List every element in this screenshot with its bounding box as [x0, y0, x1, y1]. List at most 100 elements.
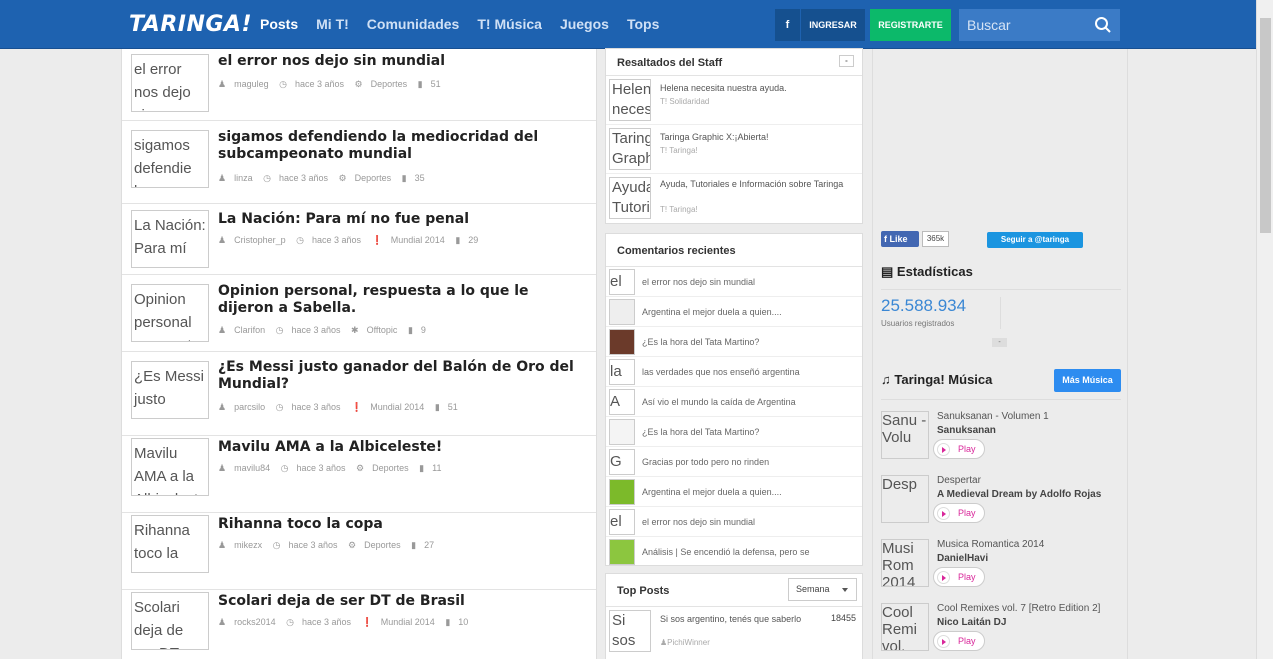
comment-text[interactable]: las verdades que nos enseñó argentina — [642, 367, 800, 377]
track-cover[interactable]: Musi Rom 2014 — [881, 539, 929, 587]
comment-text[interactable]: Argentina el mejor duela a quien.... — [642, 307, 782, 317]
post-item[interactable]: Rihanna toco la copa Rihanna toco la cop… — [122, 513, 596, 590]
comment-item[interactable]: Argentina el mejor duela a quien.... — [606, 297, 862, 327]
nav-link-musica[interactable]: T! Música — [477, 0, 542, 49]
track-artist[interactable]: DanielHavi — [937, 553, 988, 564]
more-music-button[interactable]: Más Música — [1054, 369, 1121, 392]
nav-link-tops[interactable]: Tops — [627, 0, 659, 49]
staff-thumbnail[interactable]: Ayuda Tutori — [609, 177, 651, 219]
login-button[interactable]: INGRESAR — [801, 9, 865, 41]
staff-thumbnail[interactable]: Helena neces — [609, 79, 651, 121]
comment-text[interactable]: el error nos dejo sin mundial — [642, 517, 755, 527]
play-button[interactable]: Play — [933, 631, 985, 651]
post-user[interactable]: parcsilo — [234, 402, 265, 412]
post-item[interactable]: Opinion personal respuesta Opinion perso… — [122, 275, 596, 352]
staff-thumbnail[interactable]: Taringa Graph — [609, 128, 651, 170]
top-post-title[interactable]: Si sos argentino, tenés que saberlo — [660, 613, 810, 625]
nav-link-posts[interactable]: Posts — [260, 0, 298, 49]
nav-link-juegos[interactable]: Juegos — [560, 0, 609, 49]
comment-avatar[interactable] — [609, 479, 635, 505]
comment-text[interactable]: Análisis | Se encendió la defensa, pero … — [642, 547, 809, 557]
post-item[interactable]: La Nación: Para mí La Nación: Para mí no… — [122, 204, 596, 275]
post-user[interactable]: linza — [234, 173, 253, 183]
track-title[interactable]: Musica Romantica 2014 — [937, 539, 1044, 550]
post-category[interactable]: Mundial 2014 — [381, 617, 435, 627]
search-input[interactable] — [959, 9, 1089, 41]
comment-item[interactable]: A Así vio el mundo la caída de Argentina — [606, 387, 862, 417]
play-button[interactable]: Play — [933, 439, 985, 459]
post-category[interactable]: Deportes — [355, 173, 392, 183]
top-post-item[interactable]: Si sos Si sos argentino, tenés que saber… — [606, 607, 862, 656]
post-thumbnail[interactable]: Scolari deja de ser DT — [131, 592, 209, 650]
comment-avatar[interactable] — [609, 329, 635, 355]
top-post-thumbnail[interactable]: Si sos — [609, 610, 651, 652]
staff-title[interactable]: Ayuda, Tutoriales e Información sobre Ta… — [660, 178, 850, 190]
search-icon[interactable] — [1094, 16, 1112, 34]
comment-avatar[interactable] — [609, 299, 635, 325]
track-artist[interactable]: A Medieval Dream by Adolfo Rojas — [937, 489, 1101, 500]
comment-item[interactable]: ¿Es la hora del Tata Martino? — [606, 327, 862, 357]
comment-avatar[interactable]: G — [609, 449, 635, 475]
comment-item[interactable]: el el error nos dejo sin mundial — [606, 267, 862, 297]
staff-title[interactable]: Taringa Graphic X:¡Abierta! — [660, 131, 850, 143]
post-title[interactable]: Opinion personal, respuesta a lo que le … — [218, 283, 588, 317]
taringa-logo[interactable]: TARINGA! — [129, 12, 252, 37]
post-title[interactable]: Mavilu AMA a la Albiceleste! — [218, 439, 588, 456]
post-thumbnail[interactable]: Mavilu AMA a la Albiceleste — [131, 438, 209, 496]
comment-text[interactable]: el error nos dejo sin mundial — [642, 277, 755, 287]
top-post-username[interactable]: PichiWinner — [667, 638, 710, 647]
post-category[interactable]: Deportes — [364, 540, 401, 550]
comment-item[interactable]: la las verdades que nos enseñó argentina — [606, 357, 862, 387]
facebook-like-button[interactable]: f Like — [881, 231, 919, 247]
facebook-login-button[interactable]: f — [775, 9, 801, 41]
post-user[interactable]: mavilu84 — [234, 463, 270, 473]
post-user[interactable]: mikezx — [234, 540, 262, 550]
nav-link-mi-t[interactable]: Mi T! — [316, 0, 349, 49]
comment-avatar[interactable]: el — [609, 509, 635, 535]
comment-item[interactable]: G Gracias por todo pero no rinden — [606, 447, 862, 477]
comment-text[interactable]: ¿Es la hora del Tata Martino? — [642, 337, 759, 347]
post-thumbnail[interactable]: sigamos defendie lo — [131, 130, 209, 188]
post-item[interactable]: ¿Es Messi justo ¿Es Messi justo ganador … — [122, 352, 596, 436]
post-thumbnail[interactable]: el error nos dejo sin — [131, 54, 209, 112]
post-thumbnail[interactable]: Opinion personal respuesta — [131, 284, 209, 342]
track-cover[interactable]: Cool Remi vol. — [881, 603, 929, 651]
post-thumbnail[interactable]: ¿Es Messi justo — [131, 361, 209, 419]
period-select[interactable]: Semana — [788, 578, 857, 601]
stats-collapse-button[interactable]: - — [992, 338, 1007, 347]
comment-text[interactable]: Argentina el mejor duela a quien.... — [642, 487, 782, 497]
nav-link-comunidades[interactable]: Comunidades — [367, 0, 460, 49]
play-button[interactable]: Play — [933, 503, 985, 523]
staff-title[interactable]: Helena necesita nuestra ayuda. — [660, 82, 850, 94]
staff-item[interactable]: Taringa Graph Taringa Graphic X:¡Abierta… — [606, 125, 862, 174]
track-title[interactable]: Cool Remixes vol. 7 [Retro Edition 2] — [937, 603, 1100, 614]
post-title[interactable]: sigamos defendiendo la mediocridad del s… — [218, 129, 588, 163]
post-user[interactable]: Cristopher_p — [234, 235, 286, 245]
scrollbar-thumb[interactable] — [1260, 18, 1271, 233]
comment-item[interactable]: el el error nos dejo sin mundial — [606, 507, 862, 537]
post-item[interactable]: el error nos dejo sin el error nos dejo … — [122, 49, 596, 121]
comment-text[interactable]: Gracias por todo pero no rinden — [642, 457, 769, 467]
post-category[interactable]: Offtopic — [367, 325, 398, 335]
comment-avatar[interactable]: la — [609, 359, 635, 385]
post-item[interactable]: sigamos defendie lo sigamos defendiendo … — [122, 121, 596, 204]
comment-item[interactable]: Argentina el mejor duela a quien.... — [606, 477, 862, 507]
page-scrollbar[interactable] — [1256, 0, 1273, 659]
post-category[interactable]: Deportes — [371, 79, 408, 89]
music-track[interactable]: Desp Despertar A Medieval Dream by Adolf… — [881, 475, 1121, 525]
post-title[interactable]: La Nación: Para mí no fue penal — [218, 211, 588, 228]
comment-avatar[interactable]: A — [609, 389, 635, 415]
post-user[interactable]: rocks2014 — [234, 617, 276, 627]
play-button[interactable]: Play — [933, 567, 985, 587]
post-title[interactable]: Scolari deja de ser DT de Brasil — [218, 593, 588, 610]
track-title[interactable]: Despertar — [937, 475, 981, 486]
post-item[interactable]: Scolari deja de ser DT Scolari deja de s… — [122, 590, 596, 659]
staff-item[interactable]: Helena neces Helena necesita nuestra ayu… — [606, 76, 862, 125]
post-thumbnail[interactable]: La Nación: Para mí — [131, 210, 209, 268]
track-artist[interactable]: Nico Laitán DJ — [937, 617, 1006, 628]
comment-item[interactable]: Análisis | Se encendió la defensa, pero … — [606, 537, 862, 567]
post-category[interactable]: Mundial 2014 — [370, 402, 424, 412]
music-track[interactable]: Cool Remi vol. Cool Remixes vol. 7 [Retr… — [881, 603, 1121, 653]
register-button[interactable]: REGISTRARTE — [870, 9, 951, 41]
post-category[interactable]: Mundial 2014 — [391, 235, 445, 245]
